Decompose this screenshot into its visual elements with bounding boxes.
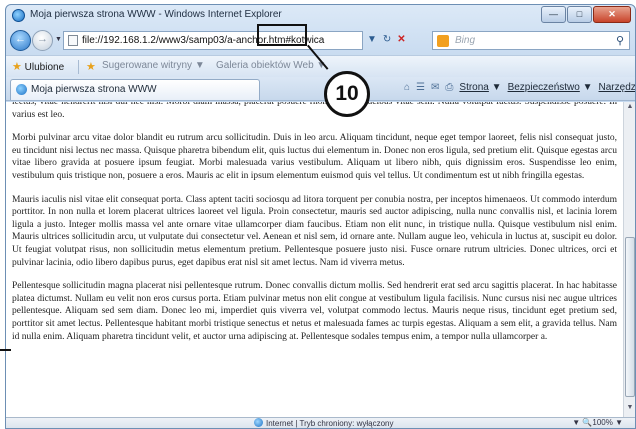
favorites-button[interactable]: ★ Ulubione [12, 60, 64, 73]
ie-window: Moja pierwsza strona WWW - Windows Inter… [5, 4, 636, 429]
favorites-divider [78, 60, 79, 74]
security-zone[interactable]: Internet | Tryb chroniony: wyłączony [254, 418, 393, 428]
paragraph: Pellentesque sollicitudin magna placerat… [12, 281, 617, 342]
close-button[interactable]: ✕ [593, 6, 631, 23]
search-placeholder: Bing [455, 35, 476, 46]
margin-marker [0, 349, 11, 351]
page-content: lectus, vitae hendrerit nisi dui nec nis… [6, 102, 625, 417]
add-favorite-icon[interactable]: ★ [86, 60, 96, 73]
close-icon: ✕ [608, 9, 616, 19]
status-bar: Internet | Tryb chroniony: wyłączony ▼ 🔍… [6, 417, 635, 428]
scrollbar-thumb[interactable] [625, 237, 635, 397]
bing-icon [437, 35, 449, 47]
arrow-right-icon: → [37, 33, 48, 45]
paragraph: Morbi pulvinar arcu vitae dolor blandit … [12, 133, 617, 181]
tab-bar: Moja pierwsza strona WWW ⌂ ☰ ✉ ⎙ Strona … [6, 77, 635, 101]
title-bar: Moja pierwsza strona WWW - Windows Inter… [6, 5, 635, 27]
feeds-icon[interactable]: ☰ [416, 82, 425, 93]
search-box[interactable]: Bing ⚲ [432, 31, 630, 50]
paragraph: Mauris iaculis nisl vitae elit consequat… [12, 194, 617, 268]
navigation-bar: ← → ▼ file://192.168.1.2/www3/samp03/a-a… [6, 28, 635, 54]
zoom-control[interactable]: ▼ 🔍100% ▼ [572, 418, 623, 427]
safety-menu[interactable]: Bezpieczeństwo ▼ [508, 82, 593, 93]
favorites-label: Ulubione [24, 62, 65, 73]
refresh-icon[interactable]: ↻ [383, 34, 391, 45]
fav-item-suggested-sites[interactable]: Sugerowane witryny ▼ [102, 60, 205, 71]
back-button[interactable]: ← [10, 30, 31, 51]
arrow-left-icon: ← [15, 33, 26, 45]
tools-menu[interactable]: Narzędzia ▼ [599, 82, 635, 93]
maximize-icon: □ [576, 9, 583, 19]
ie-tab-icon [16, 84, 27, 95]
anchor-highlight-box [257, 24, 307, 46]
vertical-scrollbar[interactable]: ▲ ▼ [623, 102, 635, 417]
article: lectus, vitae hendrerit nisi dui nec nis… [12, 102, 617, 354]
scroll-up-icon[interactable]: ▲ [625, 103, 635, 115]
home-icon[interactable]: ⌂ [404, 82, 410, 93]
window-controls: — □ ✕ [540, 6, 631, 23]
tab-label: Moja pierwsza strona WWW [31, 84, 157, 95]
address-dropdown-icon[interactable]: ▼ [367, 34, 377, 45]
window-title: Moja pierwsza strona WWW - Windows Inter… [30, 9, 282, 20]
search-icon[interactable]: ⚲ [616, 34, 624, 47]
stop-icon[interactable]: ✕ [397, 34, 405, 45]
address-url-path: file://192.168.1.2/www3/samp03/a-anchor.… [82, 35, 286, 46]
scroll-down-icon[interactable]: ▼ [625, 404, 635, 416]
maximize-button[interactable]: □ [567, 6, 592, 23]
recent-pages-dropdown[interactable]: ▼ [55, 36, 62, 43]
minimize-icon: — [549, 9, 558, 19]
tab-current[interactable]: Moja pierwsza strona WWW [10, 79, 260, 100]
globe-icon [254, 418, 263, 427]
address-tools: ▼ ↻ ✕ [367, 34, 406, 45]
paragraph: lectus, vitae hendrerit nisi dui nec nis… [12, 102, 617, 120]
star-icon: ★ [12, 61, 22, 73]
forward-button[interactable]: → [32, 30, 53, 51]
fav-item-web-slice-gallery[interactable]: Galeria obiektów Web ▼ [216, 60, 326, 71]
command-bar: ⌂ ☰ ✉ ⎙ Strona ▼ Bezpieczeństwo ▼ Narzęd… [404, 82, 635, 93]
page-icon [68, 35, 78, 46]
mail-icon[interactable]: ✉ [431, 82, 439, 93]
page-menu[interactable]: Strona ▼ [459, 82, 501, 93]
address-bar[interactable]: file://192.168.1.2/www3/samp03/a-anchor.… [63, 31, 363, 50]
callout-number: 10 [324, 71, 370, 117]
print-icon[interactable]: ⎙ [445, 82, 453, 93]
ie-logo-icon [12, 9, 25, 22]
minimize-button[interactable]: — [541, 6, 566, 23]
